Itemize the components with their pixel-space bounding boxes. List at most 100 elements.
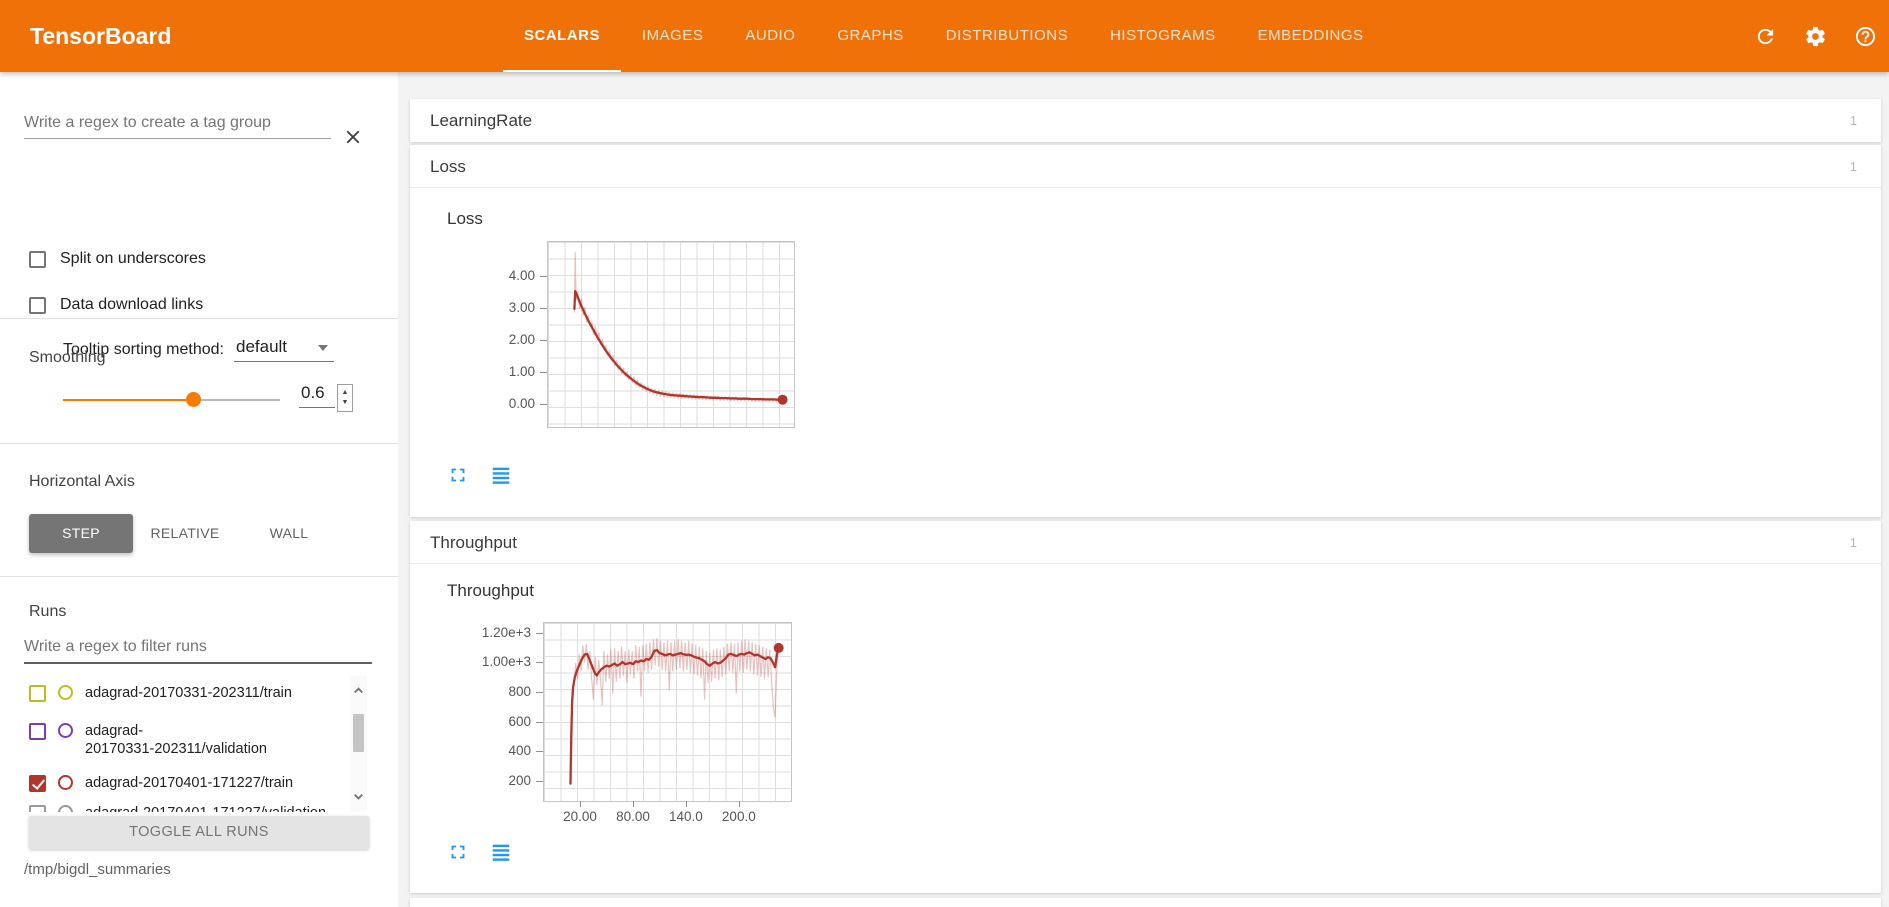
x-tick-mark [686, 801, 687, 807]
runs-filter-input[interactable] [24, 634, 372, 664]
data-download-checkbox[interactable] [29, 297, 46, 314]
section-count-badge: 1 [1850, 145, 1857, 188]
tag-filter-input[interactable] [24, 110, 331, 139]
data-table-icon[interactable] [490, 841, 512, 863]
tab-distributions[interactable]: DISTRIBUTIONS [925, 0, 1089, 72]
series-raw [571, 638, 779, 784]
expand-fullscreen-icon[interactable] [447, 464, 469, 486]
tab-embeddings[interactable]: EMBEDDINGS [1237, 0, 1385, 72]
close-icon[interactable] [342, 126, 364, 148]
y-tick-label: 1.00 [410, 364, 535, 379]
tab-histograms[interactable]: HISTOGRAMS [1089, 0, 1237, 72]
y-tick-mark [536, 751, 543, 752]
sidebar: Split on underscores Data download links… [0, 72, 398, 907]
run-name: adagrad-20170331-202311/train [85, 684, 292, 702]
y-tick-mark [536, 662, 543, 663]
y-tick-label: 1.00e+3 [410, 654, 531, 669]
last-point-dot [778, 395, 788, 405]
y-tick-label: 400 [410, 743, 531, 758]
section-title: Loss [430, 145, 466, 188]
smoothing-slider[interactable] [63, 399, 280, 401]
chart-actions [447, 841, 512, 863]
run-row[interactable]: adagrad-20170401-171227/validation [29, 804, 329, 812]
tab-graphs[interactable]: GRAPHS [816, 0, 924, 72]
y-tick-label: 200 [410, 773, 531, 788]
run-row[interactable]: adagrad-20170331-202311/validation [29, 722, 329, 758]
last-point-dot [774, 643, 784, 653]
run-row[interactable]: adagrad-20170331-202311/train [29, 684, 329, 702]
tab-images[interactable]: IMAGES [621, 0, 724, 72]
y-tick-label: 2.00 [410, 332, 535, 347]
section-card-partial [410, 898, 1881, 907]
run-checkbox[interactable] [29, 685, 46, 702]
throughput-chart: Throughput 2004006008001.00e+31.20e+320.… [410, 564, 890, 894]
y-tick-mark [540, 340, 547, 341]
run-color-circle [58, 805, 73, 812]
runs-label: Runs [29, 603, 66, 621]
y-tick-mark [536, 692, 543, 693]
axis-wall-button[interactable]: WALL [237, 514, 341, 553]
run-row[interactable]: adagrad-20170401-171227/train [29, 774, 329, 792]
horizontal-axis-label: Horizontal Axis [29, 473, 135, 491]
scroll-up-icon[interactable] [351, 684, 366, 698]
chevron-down-icon [318, 345, 328, 351]
run-color-circle [58, 685, 73, 700]
split-underscores-label: Split on underscores [60, 250, 206, 268]
expand-fullscreen-icon[interactable] [447, 841, 469, 863]
scroll-down-icon[interactable] [351, 790, 366, 804]
settings-gear-icon[interactable] [1804, 25, 1827, 48]
scrollbar-thumb[interactable] [353, 714, 364, 752]
data-table-icon[interactable] [490, 464, 512, 486]
app-title: TensorBoard [30, 0, 171, 72]
axis-relative-button[interactable]: RELATIVE [133, 514, 237, 553]
toggle-all-runs-button[interactable]: TOGGLE ALL RUNS [29, 816, 369, 849]
section-header[interactable]: LearningRate 1 [410, 99, 1881, 142]
smoothing-label: Smoothing [29, 349, 106, 367]
throughput-plot-area[interactable] [543, 622, 792, 802]
tab-audio[interactable]: AUDIO [724, 0, 816, 72]
section-card-loss: Loss 1 Loss 0.001.002.003.004.00 [410, 145, 1881, 517]
y-tick-label: 600 [410, 714, 531, 729]
smoothing-value-input[interactable]: 0.6 [299, 381, 335, 408]
spinner-up-icon[interactable]: ▲ [342, 388, 349, 398]
section-header[interactable]: Throughput 1 [410, 521, 1881, 564]
x-tick-label: 140.0 [656, 809, 716, 824]
help-icon[interactable] [1854, 25, 1877, 48]
refresh-icon[interactable] [1754, 25, 1777, 48]
loss-plot-area[interactable] [547, 241, 795, 428]
run-list-scrollbar[interactable] [350, 676, 367, 812]
section-header[interactable]: Loss 1 [410, 145, 1881, 188]
axis-step-button[interactable]: STEP [29, 514, 133, 553]
y-tick-label: 800 [410, 684, 531, 699]
y-tick-label: 0.00 [410, 396, 535, 411]
tooltip-sorting-dropdown[interactable]: default [234, 337, 334, 362]
section-count-badge: 1 [1850, 99, 1857, 142]
smoothing-spinner[interactable]: ▲▼ [337, 384, 353, 412]
tab-scalars[interactable]: SCALARS [503, 0, 621, 72]
y-tick-mark [540, 404, 547, 405]
tab-bar: SCALARS IMAGES AUDIO GRAPHS DISTRIBUTION… [503, 0, 1385, 72]
run-checkbox[interactable] [29, 723, 46, 740]
horizontal-axis-toggle: STEP RELATIVE WALL [29, 514, 341, 553]
run-color-circle [58, 775, 73, 790]
y-tick-mark [536, 781, 543, 782]
split-underscores-checkbox[interactable] [29, 251, 46, 268]
smoothing-slider-thumb[interactable] [186, 392, 201, 407]
y-tick-mark [540, 276, 547, 277]
run-checkbox[interactable] [29, 805, 46, 812]
chart-actions [447, 464, 512, 486]
y-tick-label: 3.00 [410, 300, 535, 315]
chart-title: Throughput [447, 581, 534, 601]
app-header: TensorBoard SCALARS IMAGES AUDIO GRAPHS … [0, 0, 1889, 72]
x-tick-mark [580, 801, 581, 807]
split-underscores-checkbox-row[interactable]: Split on underscores [29, 250, 206, 268]
spinner-down-icon[interactable]: ▼ [342, 398, 349, 408]
data-download-checkbox-row[interactable]: Data download links [29, 296, 203, 314]
smoothing-slider-fill [63, 399, 193, 401]
x-tick-label: 80.00 [603, 809, 663, 824]
data-download-label: Data download links [60, 296, 203, 314]
section-count-badge: 1 [1850, 521, 1857, 564]
run-name: adagrad-20170401-171227/train [85, 774, 293, 792]
run-name: adagrad-20170401-171227/validation [85, 804, 326, 812]
run-checkbox[interactable] [29, 775, 46, 792]
